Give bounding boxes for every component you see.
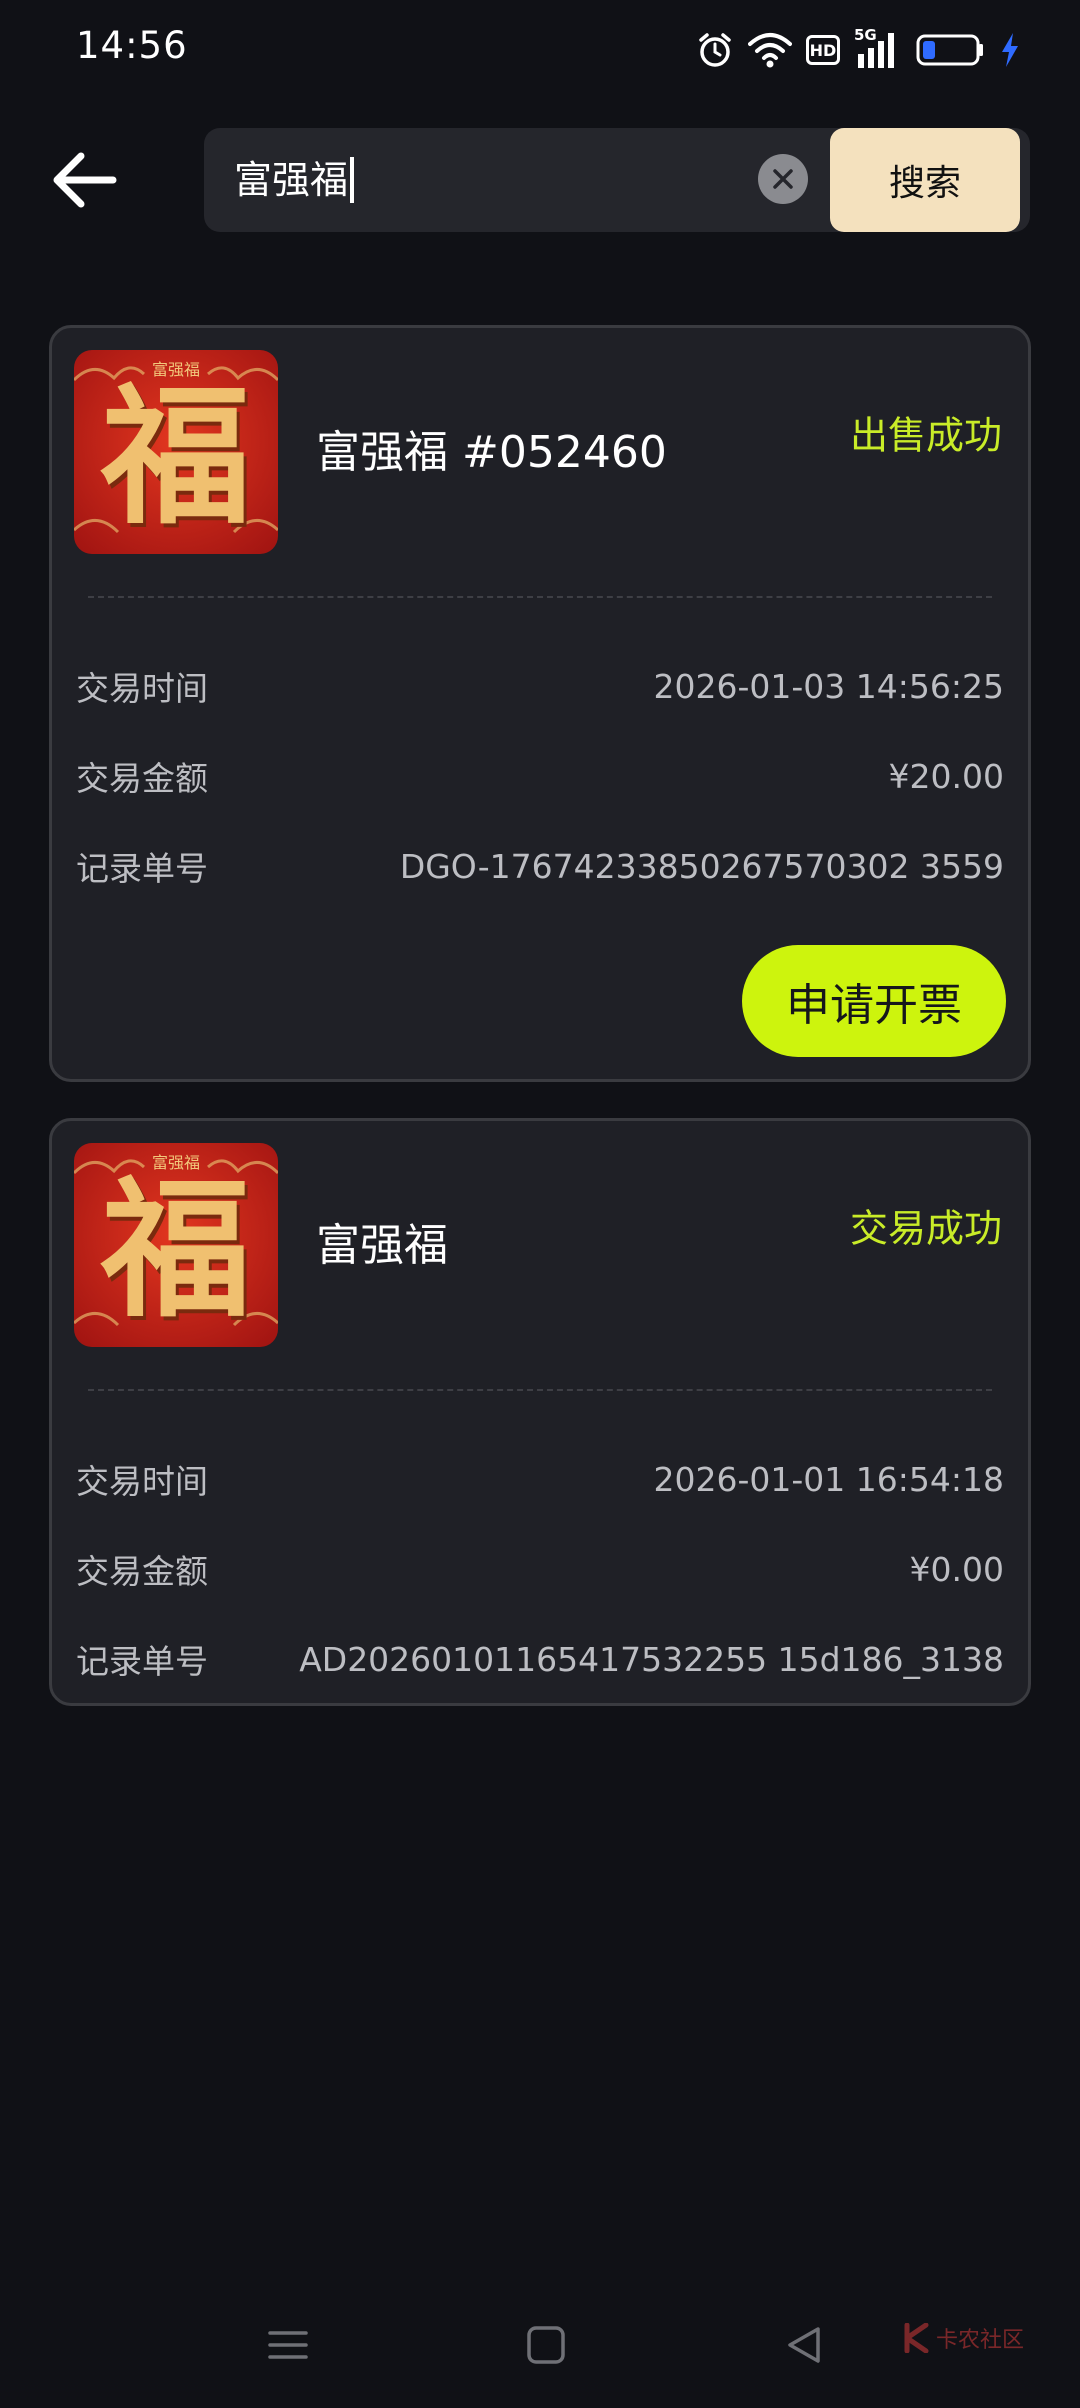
row-value: AD20260101165417532255 15d186_3138 — [299, 1639, 1004, 1679]
detail-row-amount: 交易金额 ¥20.00 — [76, 751, 1004, 801]
record-title: 富强福 #052460 — [316, 427, 667, 478]
row-value: ¥20.00 — [888, 756, 1004, 796]
watermark-text: 卡农社区 — [936, 2328, 1025, 2353]
search-button[interactable]: 搜索 — [830, 128, 1020, 232]
record-title: 富强福 — [316, 1220, 448, 1271]
fu-thumbnail: 富强福 福 — [74, 350, 278, 554]
nav-home-button[interactable] — [516, 2320, 576, 2370]
row-label: 记录单号 — [76, 849, 208, 888]
detail-row-record-no: 记录单号 AD20260101165417532255 15d186_3138 — [76, 1634, 1004, 1684]
row-label: 交易时间 — [76, 1462, 208, 1501]
nav-back-button[interactable] — [774, 2320, 834, 2370]
nav-menu-button[interactable] — [258, 2320, 318, 2370]
status-time: 14:56 — [76, 24, 188, 67]
home-square-icon — [527, 2326, 565, 2364]
menu-icon — [268, 2331, 308, 2359]
screen: 14:56 HD 5G 富强福 搜索 富强福 福 富强福 #052460 出售成… — [0, 0, 1080, 2408]
row-value: DGO-17674233850267570302 3559 — [399, 846, 1004, 886]
hd-icon: HD — [806, 35, 840, 65]
record-card[interactable]: 富强福 福 富强福 #052460 出售成功 交易时间 2026-01-03 1… — [49, 325, 1031, 1082]
battery-icon — [916, 33, 986, 67]
row-label: 交易金额 — [76, 759, 208, 798]
watermark-logo-icon — [904, 2323, 929, 2353]
search-bar: 富强福 搜索 — [204, 128, 1030, 232]
search-input-text: 富强福 — [234, 158, 349, 202]
arrow-left-icon — [53, 152, 117, 208]
text-caret — [350, 157, 355, 203]
row-label: 交易时间 — [76, 669, 208, 708]
record-card[interactable]: 富强福 福 富强福 交易成功 交易时间 2026-01-01 16:54:18 … — [49, 1118, 1031, 1706]
row-value: ¥0.00 — [909, 1549, 1004, 1589]
apply-invoice-button[interactable]: 申请开票 — [742, 945, 1006, 1057]
row-value: 2026-01-01 16:54:18 — [653, 1459, 1004, 1499]
status-bar: 14:56 HD 5G — [0, 0, 1080, 100]
detail-row-record-no: 记录单号 DGO-17674233850267570302 3559 — [76, 841, 1004, 891]
close-icon — [773, 169, 793, 189]
record-status: 交易成功 — [849, 1206, 1002, 1251]
back-button[interactable] — [42, 140, 126, 220]
detail-row-amount: 交易金额 ¥0.00 — [76, 1544, 1004, 1594]
alarm-icon — [696, 31, 734, 69]
wifi-icon — [748, 32, 792, 68]
divider — [88, 596, 992, 598]
cellular-signal-icon: 5G — [854, 26, 902, 70]
charging-bolt-icon — [1000, 32, 1020, 68]
search-input[interactable]: 富强福 — [234, 128, 355, 232]
fu-thumbnail: 富强福 福 — [74, 1143, 278, 1347]
divider — [88, 1389, 992, 1391]
fu-glyph: 福 — [100, 369, 251, 545]
hd-label: HD — [809, 40, 837, 60]
detail-row-time: 交易时间 2026-01-03 14:56:25 — [76, 661, 1004, 711]
status-icons: HD 5G — [696, 26, 1020, 74]
triangle-back-icon — [788, 2327, 820, 2363]
record-status: 出售成功 — [849, 413, 1002, 458]
row-label: 交易金额 — [76, 1552, 208, 1591]
row-label: 记录单号 — [76, 1642, 208, 1681]
watermark: 卡农社区 — [904, 2322, 1024, 2354]
row-value: 2026-01-03 14:56:25 — [653, 666, 1004, 706]
detail-row-time: 交易时间 2026-01-01 16:54:18 — [76, 1454, 1004, 1504]
fu-glyph: 福 — [100, 1162, 251, 1338]
clear-search-button[interactable] — [758, 154, 808, 204]
